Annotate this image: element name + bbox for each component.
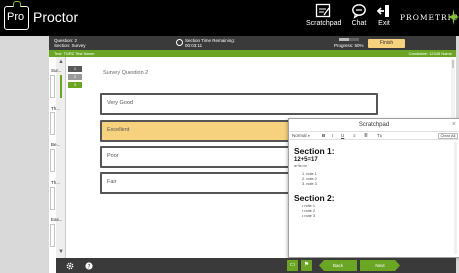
clear-all-button[interactable]: Clear All bbox=[438, 133, 458, 139]
list-item: • note 3 bbox=[302, 214, 315, 218]
section2-heading: Section 2: bbox=[294, 193, 335, 203]
svg-text:?: ? bbox=[87, 263, 90, 270]
exam-header: Question: 2 Section: Survey Section Time… bbox=[49, 36, 456, 50]
italic-button[interactable]: I bbox=[332, 133, 333, 139]
section-nav-label[interactable]: Be... bbox=[51, 142, 60, 147]
candidate-name: Candidate: 12345 Name bbox=[408, 51, 452, 56]
chat-label: Chat bbox=[351, 20, 367, 27]
logo-handle-icon bbox=[13, 1, 21, 7]
ordered-list-button[interactable]: ≡ bbox=[353, 133, 356, 139]
logo-mark-text: Pro bbox=[7, 11, 25, 23]
test-info-bar: Test: TNRZ Test Name Candidate: 12345 Na… bbox=[49, 50, 456, 57]
scratchpad-title: Scratchpad bbox=[358, 122, 390, 128]
scratchpad-label: Scratchpad bbox=[306, 20, 342, 27]
answer-option-label: Fair bbox=[107, 179, 117, 185]
answer-option-label: Poor bbox=[107, 153, 119, 159]
scratchpad-icon bbox=[315, 3, 331, 18]
bullet-notes: • note 1 • note 2 • note 3 bbox=[302, 204, 454, 219]
exit-button[interactable]: Exit bbox=[372, 3, 396, 27]
bold-button[interactable]: B bbox=[322, 133, 325, 139]
answer-option-label: Excellent bbox=[107, 127, 130, 133]
question-nav-item[interactable]: 3 bbox=[68, 82, 82, 88]
chevron-up-icon[interactable]: ▲ bbox=[58, 59, 64, 65]
clear-format-button[interactable]: Tx bbox=[377, 133, 382, 139]
section-nav-item[interactable] bbox=[50, 75, 55, 98]
chat-button[interactable]: Chat bbox=[347, 3, 371, 27]
bullet-list-button[interactable]: ≣ bbox=[364, 133, 368, 139]
next-button[interactable]: Next bbox=[360, 260, 400, 271]
section-marker bbox=[60, 75, 62, 98]
section-nav-item[interactable] bbox=[50, 224, 55, 247]
progress-bar bbox=[339, 38, 359, 41]
section-nav-label[interactable]: Th... bbox=[51, 180, 60, 185]
section-nav-label[interactable]: Sur... bbox=[51, 68, 62, 73]
close-icon[interactable]: × bbox=[452, 121, 456, 128]
small-note: a²+b²=c² bbox=[294, 164, 308, 168]
chevron-down-icon[interactable]: ▾ bbox=[308, 133, 310, 139]
section-nav-label[interactable]: Th... bbox=[51, 106, 60, 111]
calculator-button[interactable]: ▭ bbox=[287, 260, 298, 271]
section-name: Section: Survey bbox=[54, 43, 86, 48]
content-scrollbar-thumb[interactable] bbox=[452, 60, 454, 68]
question-title: Survey Question 2 bbox=[103, 70, 149, 76]
top-bar: Pro Proctor Scratchpad Chat Exit PROMETR… bbox=[0, 0, 459, 36]
flag-button[interactable]: ⚑ bbox=[301, 260, 312, 271]
scratchpad-button[interactable]: Scratchpad bbox=[306, 3, 342, 27]
equation-text: 12+5=17 bbox=[294, 157, 318, 163]
section-nav-item[interactable] bbox=[50, 149, 55, 172]
back-button[interactable]: Back bbox=[319, 260, 357, 271]
question-nav-item[interactable]: 2 bbox=[68, 74, 82, 80]
answer-option-label: Very Good bbox=[107, 100, 133, 106]
section-nav-item[interactable] bbox=[50, 112, 55, 135]
chat-icon bbox=[352, 4, 366, 19]
section-nav-item[interactable] bbox=[50, 187, 55, 210]
progress-fill bbox=[339, 38, 349, 41]
scratchpad-toolbar: Normal ▾ B I U ≡ ≣ Tx Clear All bbox=[289, 131, 459, 140]
gear-icon[interactable] bbox=[66, 262, 74, 270]
ordered-notes: 1. note 1 2. note 2 3. note 3 bbox=[302, 172, 454, 187]
scratchpad-window: Scratchpad × Normal ▾ B I U ≡ ≣ Tx Clear… bbox=[288, 118, 459, 258]
brand-spark-icon bbox=[448, 9, 459, 25]
format-select[interactable]: Normal bbox=[292, 133, 307, 139]
scratchpad-editor[interactable]: Section 1: 12+5=17 a²+b²=c² 1. note 1 2.… bbox=[294, 146, 454, 219]
left-frame bbox=[0, 36, 49, 273]
logo-text: Proctor bbox=[33, 9, 79, 25]
chevron-down-icon[interactable]: ▼ bbox=[58, 249, 64, 255]
proproctor-logo: Pro bbox=[4, 1, 29, 30]
finish-button[interactable]: Finish bbox=[368, 39, 405, 48]
underline-button[interactable]: U bbox=[341, 133, 344, 139]
question-nav-item[interactable]: 1 bbox=[68, 66, 82, 72]
answer-option-very-good[interactable]: Very Good bbox=[100, 93, 378, 115]
clock-icon bbox=[176, 39, 183, 46]
test-name: Test: TNRZ Test Name bbox=[54, 51, 95, 56]
list-item: 3. note 3 bbox=[302, 182, 317, 186]
exit-icon bbox=[376, 5, 389, 17]
progress-label: Progress: 50% bbox=[334, 43, 364, 48]
time-remaining-value: 00:03:11 bbox=[185, 43, 203, 48]
exit-label: Exit bbox=[378, 20, 390, 27]
scratchpad-scrollbar[interactable] bbox=[454, 142, 457, 254]
help-icon[interactable]: ? bbox=[85, 262, 93, 270]
section1-heading: Section 1: bbox=[294, 146, 335, 156]
section-nav-label[interactable]: Eas... bbox=[51, 217, 63, 222]
